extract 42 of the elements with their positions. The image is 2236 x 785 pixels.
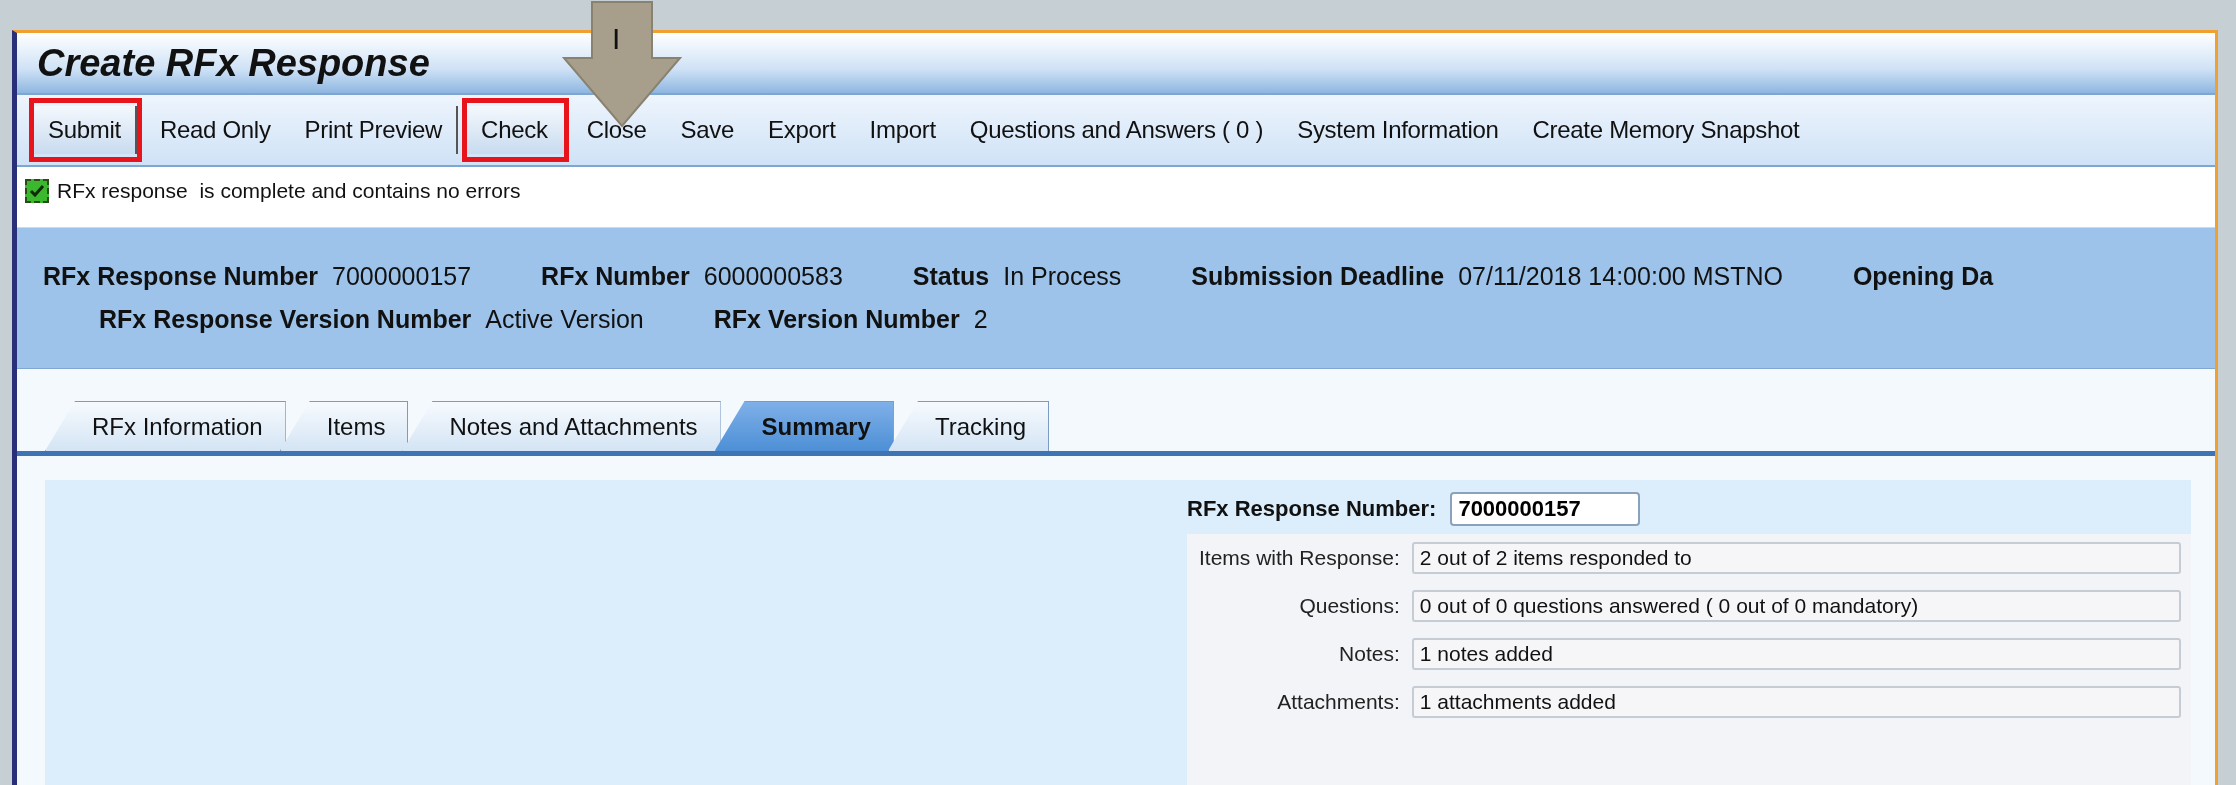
header-label: Submission Deadline — [1191, 262, 1445, 291]
field-label: Notes: — [1338, 642, 1400, 666]
header-label: Status — [912, 262, 990, 291]
header-value: Active Version — [485, 305, 644, 334]
status-message: RFx response is complete and contains no errors — [57, 179, 521, 203]
toolbar-button[interactable]: Submit — [34, 106, 137, 154]
header-label: RFx Number — [541, 262, 690, 291]
toolbar-button[interactable]: Check — [467, 106, 564, 154]
header-value: 6000000583 — [703, 262, 843, 291]
summary-field[interactable]: 0 out of 0 questions answered ( 0 out of 0 mandatory) — [1411, 590, 2181, 622]
header-label: RFx Response Version Number — [99, 305, 472, 334]
tab[interactable]: RFx Information — [45, 401, 286, 451]
toolbar-button[interactable]: Create Memory Snapshot — [1518, 106, 1816, 154]
toolbar-button[interactable]: Print Preview — [290, 106, 459, 154]
summary-field[interactable]: 1 notes added — [1411, 638, 2181, 670]
toolbar-button[interactable]: System Information — [1283, 106, 1515, 154]
toolbar-button[interactable]: Import — [855, 106, 952, 154]
header-value: 7000000157 — [332, 262, 472, 291]
field-label: Questions: — [1298, 594, 1400, 618]
window-title: Create RFx Response — [37, 41, 430, 85]
field-label: Items with Response: — [1198, 546, 1400, 570]
header-value: 2 — [973, 305, 988, 334]
header-label: RFx Version Number — [713, 305, 960, 334]
response-number-field[interactable]: 7000000157 — [1450, 492, 1641, 526]
toolbar-button[interactable]: Export — [754, 106, 852, 154]
tab[interactable]: Items — [279, 401, 409, 451]
toolbar-button[interactable]: Read Only — [145, 106, 287, 154]
toolbar-button[interactable]: Questions and Answers ( 0 ) — [955, 106, 1280, 154]
tab[interactable]: Summary — [714, 401, 894, 451]
summary-field[interactable]: 1 attachments added — [1411, 686, 2181, 718]
header-value: In Process — [1003, 262, 1122, 291]
header-value: 07/11/2018 14:00:00 MSTNO — [1458, 262, 1783, 291]
field-label: Attachments: — [1276, 690, 1400, 714]
header-label: RFx Response Number — [43, 262, 319, 291]
toolbar-button[interactable]: Close — [572, 106, 663, 154]
summary-field[interactable]: 2 out of 2 items responded to — [1411, 542, 2181, 574]
arrow-label: I — [612, 22, 621, 56]
toolbar-button[interactable]: Save — [666, 106, 750, 154]
header-label: Opening Da — [1852, 262, 1994, 291]
tab[interactable]: Tracking — [887, 401, 1050, 451]
field-label: RFx Response Number: — [1187, 496, 1437, 522]
tab[interactable]: Notes and Attachments — [402, 401, 721, 451]
